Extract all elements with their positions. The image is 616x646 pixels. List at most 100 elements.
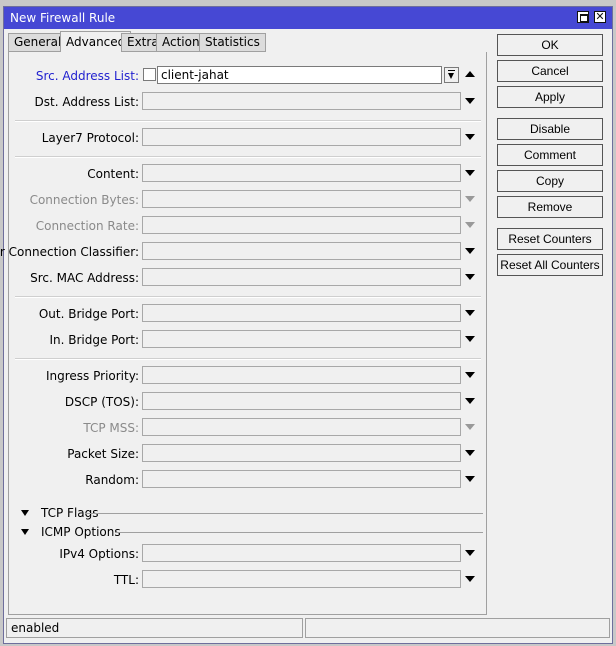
connection-bytes-expand-icon[interactable] <box>465 196 475 202</box>
in-bridge-port-input[interactable] <box>142 330 461 348</box>
ingress-priority-label: Ingress Priority: <box>45 369 139 383</box>
icmp-options-divider <box>115 532 483 533</box>
row-layer7-protocol: Layer7 Protocol: <box>9 128 484 148</box>
src-address-list-collapse-icon[interactable] <box>465 71 475 77</box>
section-icmp-options[interactable]: ICMP Options <box>17 525 483 541</box>
content-input[interactable] <box>142 164 461 182</box>
section-tcp-flags[interactable]: TCP Flags <box>17 506 483 522</box>
dst-address-list-input[interactable] <box>142 92 461 110</box>
status-bar-state: enabled <box>6 618 303 638</box>
comment-button[interactable]: Comment <box>497 144 603 166</box>
layer7-protocol-expand-icon[interactable] <box>465 134 475 140</box>
row-ipv4-options: IPv4 Options: <box>9 544 484 564</box>
row-content: Content: <box>9 164 484 184</box>
row-ttl: TTL: <box>9 570 484 590</box>
row-connection-bytes: Connection Bytes: <box>9 190 484 210</box>
tcp-flags-divider <box>85 513 483 514</box>
random-expand-icon[interactable] <box>465 476 475 482</box>
window-title: New Firewall Rule <box>10 11 116 25</box>
icmp-options-label: ICMP Options <box>41 525 121 539</box>
tcp-mss-label: TCP MSS: <box>83 421 139 435</box>
content-expand-icon[interactable] <box>465 170 475 176</box>
src-address-list-value: client-jahat <box>161 68 229 82</box>
content-label: Content: <box>87 167 139 181</box>
src-mac-address-input[interactable] <box>142 268 461 286</box>
src-address-list-label: Src. Address List: <box>35 69 139 83</box>
packet-size-input[interactable] <box>142 444 461 462</box>
advanced-panel: Src. Address List: client-jahat Dst. Add… <box>0 52 487 615</box>
per-connection-classifier-label: Per Connection Classifier: <box>0 245 139 259</box>
reset-all-counters-button[interactable]: Reset All Counters <box>497 254 603 276</box>
divider <box>15 156 481 158</box>
connection-bytes-label: Connection Bytes: <box>29 193 139 207</box>
out-bridge-port-input[interactable] <box>142 304 461 322</box>
src-address-list-negate-checkbox[interactable] <box>143 68 156 81</box>
ok-button[interactable]: OK <box>497 34 603 56</box>
src-address-list-dropdown-icon[interactable] <box>444 67 459 83</box>
tcp-flags-toggle-icon[interactable] <box>21 510 29 516</box>
ttl-expand-icon[interactable] <box>465 576 475 582</box>
tcp-mss-expand-icon[interactable] <box>465 424 475 430</box>
row-src-address-list: Src. Address List: client-jahat <box>9 66 484 86</box>
row-per-connection-classifier: Per Connection Classifier: <box>0 242 484 262</box>
ipv4-options-label: IPv4 Options: <box>59 547 139 561</box>
reset-counters-button[interactable]: Reset Counters <box>497 228 603 250</box>
row-ingress-priority: Ingress Priority: <box>9 366 484 386</box>
status-bar-extra <box>305 618 610 638</box>
cancel-button[interactable]: Cancel <box>497 60 603 82</box>
apply-button[interactable]: Apply <box>497 86 603 108</box>
firewall-rule-window: New Firewall Rule ✕ General Advanced Ext… <box>0 6 613 644</box>
divider <box>15 120 481 122</box>
copy-button[interactable]: Copy <box>497 170 603 192</box>
title-bar[interactable]: New Firewall Rule ✕ <box>4 7 612 29</box>
ipv4-options-expand-icon[interactable] <box>465 550 475 556</box>
tcp-mss-input[interactable] <box>142 418 461 436</box>
disable-button[interactable]: Disable <box>497 118 603 140</box>
close-icon[interactable]: ✕ <box>594 11 606 23</box>
divider <box>15 296 481 298</box>
out-bridge-port-expand-icon[interactable] <box>465 310 475 316</box>
tab-statistics[interactable]: Statistics <box>199 33 266 52</box>
ttl-input[interactable] <box>142 570 461 588</box>
per-connection-classifier-input[interactable] <box>142 242 461 260</box>
random-input[interactable] <box>142 470 461 488</box>
connection-rate-expand-icon[interactable] <box>465 222 475 228</box>
row-random: Random: <box>9 470 484 490</box>
random-label: Random: <box>85 473 139 487</box>
ingress-priority-input[interactable] <box>142 366 461 384</box>
row-dst-address-list: Dst. Address List: <box>9 92 484 112</box>
dst-address-list-expand-icon[interactable] <box>465 98 475 104</box>
packet-size-expand-icon[interactable] <box>465 450 475 456</box>
connection-bytes-input[interactable] <box>142 190 461 208</box>
in-bridge-port-label: In. Bridge Port: <box>49 333 139 347</box>
connection-rate-input[interactable] <box>142 216 461 234</box>
src-mac-address-label: Src. MAC Address: <box>30 271 139 285</box>
remove-button[interactable]: Remove <box>497 196 603 218</box>
dscp-tos-input[interactable] <box>142 392 461 410</box>
row-dscp-tos: DSCP (TOS): <box>9 392 484 412</box>
row-src-mac-address: Src. MAC Address: <box>9 268 484 288</box>
ipv4-options-input[interactable] <box>142 544 461 562</box>
connection-rate-label: Connection Rate: <box>35 219 139 233</box>
src-mac-address-expand-icon[interactable] <box>465 274 475 280</box>
dscp-tos-expand-icon[interactable] <box>465 398 475 404</box>
in-bridge-port-expand-icon[interactable] <box>465 336 475 342</box>
icmp-options-toggle-icon[interactable] <box>21 529 29 535</box>
per-connection-classifier-expand-icon[interactable] <box>465 248 475 254</box>
ttl-label: TTL: <box>113 573 139 587</box>
ingress-priority-expand-icon[interactable] <box>465 372 475 378</box>
layer7-protocol-input[interactable] <box>142 128 461 146</box>
row-connection-rate: Connection Rate: <box>9 216 484 236</box>
packet-size-label: Packet Size: <box>67 447 139 461</box>
row-packet-size: Packet Size: <box>9 444 484 464</box>
row-tcp-mss: TCP MSS: <box>9 418 484 438</box>
row-in-bridge-port: In. Bridge Port: <box>9 330 484 350</box>
row-out-bridge-port: Out. Bridge Port: <box>9 304 484 324</box>
out-bridge-port-label: Out. Bridge Port: <box>38 307 139 321</box>
dst-address-list-label: Dst. Address List: <box>34 95 139 109</box>
divider <box>15 358 481 360</box>
src-address-list-input[interactable]: client-jahat <box>157 66 442 84</box>
maximize-icon[interactable] <box>577 11 589 23</box>
tab-general[interactable]: General <box>8 33 68 52</box>
dscp-tos-label: DSCP (TOS): <box>64 395 139 409</box>
